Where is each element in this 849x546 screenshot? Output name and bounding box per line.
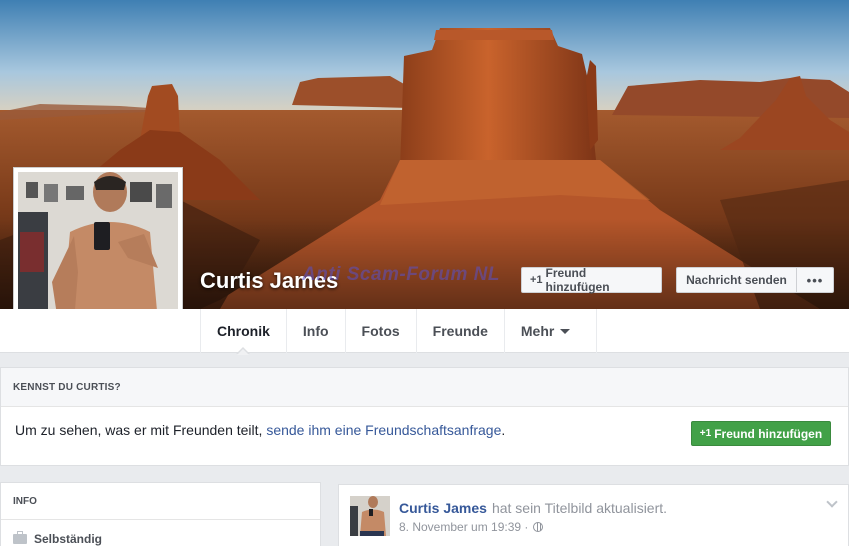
more-options-button[interactable]: ••• [796,267,834,293]
info-item: Selbständig [1,520,320,546]
info-card: INFO Selbständig [0,482,321,546]
avatar [18,172,178,332]
post-timestamp[interactable]: 8. November um 19:39 · [399,520,528,534]
info-heading: INFO [1,483,320,520]
know-person-text: Um zu sehen, was er mit Freunden teilt, … [15,422,505,438]
info-item-label: Selbständig [34,532,103,546]
tab-label: Freunde [432,323,488,339]
globe-icon[interactable] [533,522,544,532]
briefcase-icon [13,531,27,544]
tab-label: Chronik [217,323,270,339]
post-action: hat sein Titelbild aktualisiert. [491,500,668,516]
tab-info[interactable]: Info [287,309,346,353]
profile-tab-bar: Chronik Info Fotos Freunde Mehr [0,309,849,355]
post-author-link[interactable]: Curtis James [399,500,487,516]
add-friend-button[interactable]: +1 Freund hinzufügen [521,266,662,294]
tab-label: Fotos [361,323,400,339]
send-message-button[interactable]: Nachricht senden [676,267,797,293]
know-person-box: KENNST DU CURTIS? Um zu sehen, was er mi… [0,367,849,466]
watermark-text: Anti Scam-Forum NL [302,264,500,285]
tab-mehr[interactable]: Mehr [505,309,598,353]
post-headline: Curtis James hat sein Titelbild aktualisi… [399,500,667,516]
tab-freunde[interactable]: Freunde [417,309,505,353]
tab-chronik[interactable]: Chronik [201,309,287,355]
post-meta: 8. November um 19:39 · [399,520,544,534]
add-friend-green-button[interactable]: +1 Freund hinzufügen [691,421,831,446]
more-options-icon: ••• [806,272,824,288]
add-friend-green-label: Freund hinzufügen [714,426,823,441]
tab-label: Mehr [520,323,555,339]
add-friend-label: Freund hinzufügen [545,266,610,294]
add-friend-icon: +1 [530,274,543,286]
tab-label: Info [302,323,329,339]
friend-request-link[interactable]: sende ihm eine Freundschaftsanfrage [266,422,501,438]
tab-fotos[interactable]: Fotos [346,309,417,353]
post-options-chevron-icon[interactable] [826,496,838,508]
add-friend-icon: +1 [699,428,712,439]
send-message-label: Nachricht senden [686,273,787,287]
know-text-before: Um zu sehen, was er mit Freunden teilt, [15,422,267,438]
chevron-down-icon [560,328,571,334]
know-person-heading: KENNST DU CURTIS? [1,368,848,407]
timeline-post: Curtis James hat sein Titelbild aktualisi… [338,484,849,546]
avatar-photo [18,172,178,332]
post-thumbnail[interactable] [350,496,390,536]
tabs: Chronik Info Fotos Freunde Mehr [200,309,598,355]
post-thumbnail-photo [350,496,390,536]
know-text-after: . [501,422,506,438]
know-person-body: Um zu sehen, was er mit Freunden teilt, … [1,407,848,466]
